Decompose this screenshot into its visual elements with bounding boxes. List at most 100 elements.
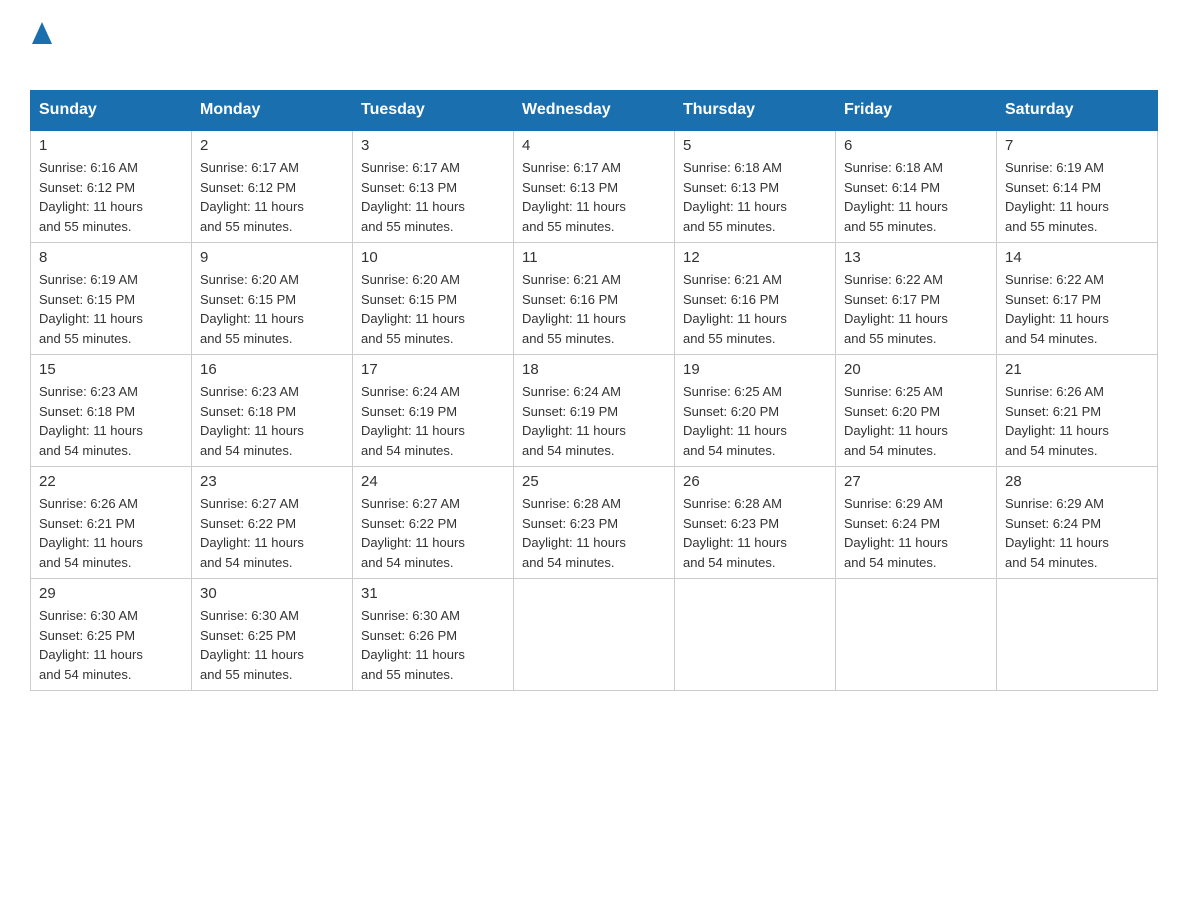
calendar-header-monday: Monday <box>192 91 353 131</box>
calendar-header-tuesday: Tuesday <box>353 91 514 131</box>
day-info: Sunrise: 6:30 AMSunset: 6:25 PMDaylight:… <box>39 608 143 682</box>
calendar-cell: 5 Sunrise: 6:18 AMSunset: 6:13 PMDayligh… <box>675 130 836 243</box>
calendar-header-saturday: Saturday <box>997 91 1158 131</box>
day-number: 22 <box>39 473 183 490</box>
day-number: 23 <box>200 473 344 490</box>
calendar-header-sunday: Sunday <box>31 91 192 131</box>
calendar-cell <box>514 579 675 691</box>
day-info: Sunrise: 6:20 AMSunset: 6:15 PMDaylight:… <box>361 272 465 346</box>
calendar-cell: 12 Sunrise: 6:21 AMSunset: 6:16 PMDaylig… <box>675 243 836 355</box>
day-info: Sunrise: 6:17 AMSunset: 6:13 PMDaylight:… <box>361 160 465 234</box>
day-info: Sunrise: 6:22 AMSunset: 6:17 PMDaylight:… <box>1005 272 1109 346</box>
calendar-cell: 2 Sunrise: 6:17 AMSunset: 6:12 PMDayligh… <box>192 130 353 243</box>
calendar-week-row-3: 15 Sunrise: 6:23 AMSunset: 6:18 PMDaylig… <box>31 355 1158 467</box>
day-info: Sunrise: 6:23 AMSunset: 6:18 PMDaylight:… <box>39 384 143 458</box>
calendar-header-friday: Friday <box>836 91 997 131</box>
day-number: 8 <box>39 249 183 266</box>
day-info: Sunrise: 6:22 AMSunset: 6:17 PMDaylight:… <box>844 272 948 346</box>
day-number: 9 <box>200 249 344 266</box>
calendar-cell: 11 Sunrise: 6:21 AMSunset: 6:16 PMDaylig… <box>514 243 675 355</box>
day-info: Sunrise: 6:21 AMSunset: 6:16 PMDaylight:… <box>522 272 626 346</box>
logo-triangle-icon <box>32 22 52 44</box>
calendar-cell: 4 Sunrise: 6:17 AMSunset: 6:13 PMDayligh… <box>514 130 675 243</box>
day-number: 28 <box>1005 473 1149 490</box>
day-info: Sunrise: 6:19 AMSunset: 6:15 PMDaylight:… <box>39 272 143 346</box>
calendar-cell: 1 Sunrise: 6:16 AMSunset: 6:12 PMDayligh… <box>31 130 192 243</box>
day-info: Sunrise: 6:25 AMSunset: 6:20 PMDaylight:… <box>683 384 787 458</box>
calendar-cell: 13 Sunrise: 6:22 AMSunset: 6:17 PMDaylig… <box>836 243 997 355</box>
calendar-header-wednesday: Wednesday <box>514 91 675 131</box>
day-info: Sunrise: 6:18 AMSunset: 6:14 PMDaylight:… <box>844 160 948 234</box>
day-info: Sunrise: 6:25 AMSunset: 6:20 PMDaylight:… <box>844 384 948 458</box>
day-number: 7 <box>1005 137 1149 154</box>
day-info: Sunrise: 6:28 AMSunset: 6:23 PMDaylight:… <box>522 496 626 570</box>
day-number: 1 <box>39 137 183 154</box>
calendar-cell: 27 Sunrise: 6:29 AMSunset: 6:24 PMDaylig… <box>836 467 997 579</box>
calendar-week-row-4: 22 Sunrise: 6:26 AMSunset: 6:21 PMDaylig… <box>31 467 1158 579</box>
day-info: Sunrise: 6:27 AMSunset: 6:22 PMDaylight:… <box>361 496 465 570</box>
day-info: Sunrise: 6:26 AMSunset: 6:21 PMDaylight:… <box>1005 384 1109 458</box>
calendar-cell: 9 Sunrise: 6:20 AMSunset: 6:15 PMDayligh… <box>192 243 353 355</box>
day-info: Sunrise: 6:29 AMSunset: 6:24 PMDaylight:… <box>1005 496 1109 570</box>
calendar-cell: 18 Sunrise: 6:24 AMSunset: 6:19 PMDaylig… <box>514 355 675 467</box>
day-number: 17 <box>361 361 505 378</box>
calendar-cell: 30 Sunrise: 6:30 AMSunset: 6:25 PMDaylig… <box>192 579 353 691</box>
calendar-cell: 29 Sunrise: 6:30 AMSunset: 6:25 PMDaylig… <box>31 579 192 691</box>
day-number: 20 <box>844 361 988 378</box>
calendar-cell: 16 Sunrise: 6:23 AMSunset: 6:18 PMDaylig… <box>192 355 353 467</box>
calendar-header-row: SundayMondayTuesdayWednesdayThursdayFrid… <box>31 91 1158 131</box>
calendar-week-row-2: 8 Sunrise: 6:19 AMSunset: 6:15 PMDayligh… <box>31 243 1158 355</box>
calendar-cell: 20 Sunrise: 6:25 AMSunset: 6:20 PMDaylig… <box>836 355 997 467</box>
calendar-cell: 14 Sunrise: 6:22 AMSunset: 6:17 PMDaylig… <box>997 243 1158 355</box>
page-header <box>30 20 1158 70</box>
day-number: 15 <box>39 361 183 378</box>
calendar-cell: 6 Sunrise: 6:18 AMSunset: 6:14 PMDayligh… <box>836 130 997 243</box>
calendar-table: SundayMondayTuesdayWednesdayThursdayFrid… <box>30 90 1158 691</box>
day-info: Sunrise: 6:30 AMSunset: 6:26 PMDaylight:… <box>361 608 465 682</box>
calendar-cell: 23 Sunrise: 6:27 AMSunset: 6:22 PMDaylig… <box>192 467 353 579</box>
day-number: 10 <box>361 249 505 266</box>
day-info: Sunrise: 6:29 AMSunset: 6:24 PMDaylight:… <box>844 496 948 570</box>
day-info: Sunrise: 6:21 AMSunset: 6:16 PMDaylight:… <box>683 272 787 346</box>
day-info: Sunrise: 6:20 AMSunset: 6:15 PMDaylight:… <box>200 272 304 346</box>
day-number: 26 <box>683 473 827 490</box>
calendar-cell: 19 Sunrise: 6:25 AMSunset: 6:20 PMDaylig… <box>675 355 836 467</box>
calendar-cell: 10 Sunrise: 6:20 AMSunset: 6:15 PMDaylig… <box>353 243 514 355</box>
calendar-cell: 3 Sunrise: 6:17 AMSunset: 6:13 PMDayligh… <box>353 130 514 243</box>
day-number: 21 <box>1005 361 1149 378</box>
day-info: Sunrise: 6:30 AMSunset: 6:25 PMDaylight:… <box>200 608 304 682</box>
day-info: Sunrise: 6:24 AMSunset: 6:19 PMDaylight:… <box>361 384 465 458</box>
calendar-week-row-5: 29 Sunrise: 6:30 AMSunset: 6:25 PMDaylig… <box>31 579 1158 691</box>
day-number: 31 <box>361 585 505 602</box>
day-number: 6 <box>844 137 988 154</box>
day-number: 2 <box>200 137 344 154</box>
day-info: Sunrise: 6:24 AMSunset: 6:19 PMDaylight:… <box>522 384 626 458</box>
day-number: 30 <box>200 585 344 602</box>
day-info: Sunrise: 6:17 AMSunset: 6:13 PMDaylight:… <box>522 160 626 234</box>
day-number: 24 <box>361 473 505 490</box>
calendar-cell: 22 Sunrise: 6:26 AMSunset: 6:21 PMDaylig… <box>31 467 192 579</box>
calendar-week-row-1: 1 Sunrise: 6:16 AMSunset: 6:12 PMDayligh… <box>31 130 1158 243</box>
day-number: 29 <box>39 585 183 602</box>
day-number: 5 <box>683 137 827 154</box>
day-info: Sunrise: 6:17 AMSunset: 6:12 PMDaylight:… <box>200 160 304 234</box>
day-number: 13 <box>844 249 988 266</box>
day-number: 3 <box>361 137 505 154</box>
calendar-cell: 21 Sunrise: 6:26 AMSunset: 6:21 PMDaylig… <box>997 355 1158 467</box>
logo <box>30 20 52 70</box>
day-info: Sunrise: 6:26 AMSunset: 6:21 PMDaylight:… <box>39 496 143 570</box>
day-number: 11 <box>522 249 666 266</box>
day-number: 27 <box>844 473 988 490</box>
day-number: 14 <box>1005 249 1149 266</box>
calendar-cell: 15 Sunrise: 6:23 AMSunset: 6:18 PMDaylig… <box>31 355 192 467</box>
day-info: Sunrise: 6:18 AMSunset: 6:13 PMDaylight:… <box>683 160 787 234</box>
calendar-header-thursday: Thursday <box>675 91 836 131</box>
day-number: 25 <box>522 473 666 490</box>
calendar-cell: 7 Sunrise: 6:19 AMSunset: 6:14 PMDayligh… <box>997 130 1158 243</box>
calendar-cell: 25 Sunrise: 6:28 AMSunset: 6:23 PMDaylig… <box>514 467 675 579</box>
day-info: Sunrise: 6:19 AMSunset: 6:14 PMDaylight:… <box>1005 160 1109 234</box>
calendar-cell: 28 Sunrise: 6:29 AMSunset: 6:24 PMDaylig… <box>997 467 1158 579</box>
day-info: Sunrise: 6:28 AMSunset: 6:23 PMDaylight:… <box>683 496 787 570</box>
day-info: Sunrise: 6:27 AMSunset: 6:22 PMDaylight:… <box>200 496 304 570</box>
calendar-cell <box>997 579 1158 691</box>
